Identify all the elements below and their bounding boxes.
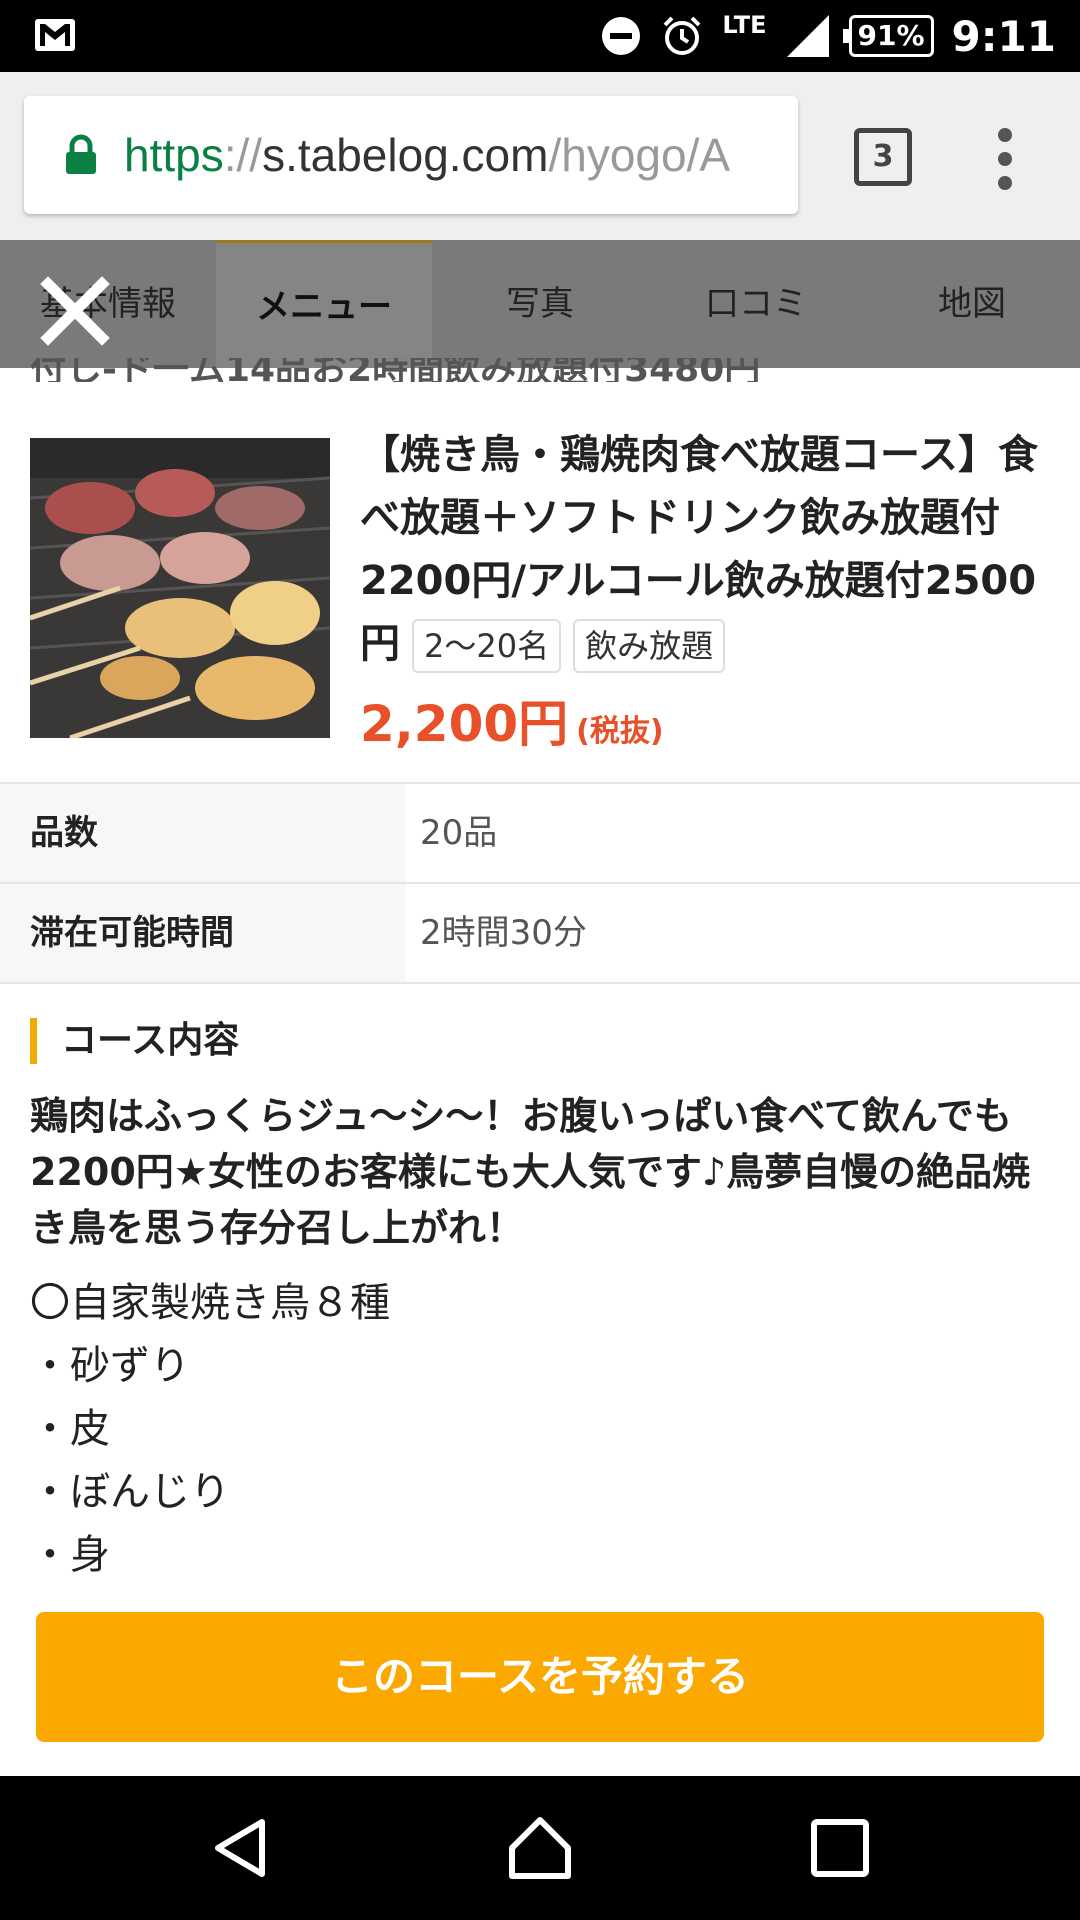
url-scheme: https <box>124 129 224 181</box>
tab-photos[interactable]: 写真 <box>432 240 648 368</box>
back-icon[interactable] <box>206 1812 278 1884</box>
signal-icon <box>786 15 829 57</box>
do-not-disturb-icon <box>602 17 641 55</box>
list-item: ・身 <box>30 1532 110 1578</box>
tab-switcher-button[interactable]: 3 <box>854 128 912 186</box>
lock-icon <box>66 134 96 174</box>
all-you-can-drink-tag: 飲み放題 <box>573 619 726 673</box>
navigation-bar <box>0 1776 1080 1920</box>
url-path: /hyogo/A <box>548 129 731 181</box>
tab-reviews[interactable]: 口コミ <box>648 240 864 368</box>
reserve-bar: このコースを予約する <box>0 1590 1080 1776</box>
battery-icon: 91% <box>842 15 934 57</box>
page-tab-bar: 基本情報 メニュー 写真 口コミ 地図 <box>0 240 1080 368</box>
alarm-icon <box>663 16 701 55</box>
course-item-list: 〇自家製焼き鳥８種 ・砂ずり ・皮 ・ぼんじり ・身 <box>30 1272 1050 1587</box>
stay-time-label: 滞在可能時間 <box>0 884 406 982</box>
list-item: ・砂ずり <box>30 1343 190 1389</box>
list-item: ・皮 <box>30 1406 110 1452</box>
url-separator: :// <box>223 129 263 181</box>
table-row: 滞在可能時間 2時間30分 <box>0 884 1080 984</box>
list-item: 〇自家製焼き鳥８種 <box>30 1280 390 1326</box>
close-icon[interactable] <box>40 276 110 346</box>
reserve-course-button[interactable]: このコースを予約する <box>36 1612 1044 1742</box>
tab-map[interactable]: 地図 <box>864 240 1080 368</box>
url-text: https://s.tabelog.com/hyogo/A <box>124 128 730 182</box>
url-bar[interactable]: https://s.tabelog.com/hyogo/A <box>24 96 798 214</box>
table-row: 品数 20品 <box>0 784 1080 884</box>
url-host: s.tabelog.com <box>262 129 549 181</box>
network-type-label: LTE <box>722 11 767 39</box>
price-amount: 2,200円 <box>360 695 569 753</box>
course-description: 鶏肉はふっくらジュ〜シ〜！お腹いっぱい食べて飲んでも2200円★女性のお客様にも… <box>30 1094 1031 1250</box>
dish-count-label: 品数 <box>0 784 406 882</box>
stay-time-value: 2時間30分 <box>420 913 587 953</box>
course-photo <box>30 438 330 738</box>
tab-menu[interactable]: メニュー <box>216 240 432 368</box>
recents-icon[interactable] <box>804 1812 876 1884</box>
background-course-title: 付し-ド一ム14品お2時間飲み放題付3480円 <box>30 358 761 382</box>
gmail-icon <box>35 19 75 51</box>
home-icon[interactable] <box>504 1812 576 1884</box>
battery-level: 91% <box>857 19 925 52</box>
clock: 9:11 <box>951 11 1056 61</box>
dish-count-value: 20品 <box>420 813 498 853</box>
status-bar: LTE 91% 9:11 <box>0 0 1080 72</box>
overflow-menu-icon[interactable] <box>998 128 1012 200</box>
party-size-tag: 2〜20名 <box>412 619 562 673</box>
course-detail-sheet: 【焼き鳥・鶏焼肉食べ放題コース】食べ放題＋ソフトドリンク飲み放題付2200円/ア… <box>0 384 1080 1776</box>
browser-toolbar: https://s.tabelog.com/hyogo/A 3 <box>0 72 1080 240</box>
list-item: ・ぼんじり <box>30 1469 230 1515</box>
course-price: 2,200円 (税抜) <box>360 684 664 756</box>
course-contents-heading: コース内容 <box>30 1018 239 1064</box>
tax-note: (税抜) <box>576 714 664 749</box>
course-info-table: 品数 20品 滞在可能時間 2時間30分 <box>0 782 1080 984</box>
course-title: 【焼き鳥・鶏焼肉食べ放題コース】食べ放題＋ソフトドリンク飲み放題付2200円/ア… <box>360 424 1050 676</box>
